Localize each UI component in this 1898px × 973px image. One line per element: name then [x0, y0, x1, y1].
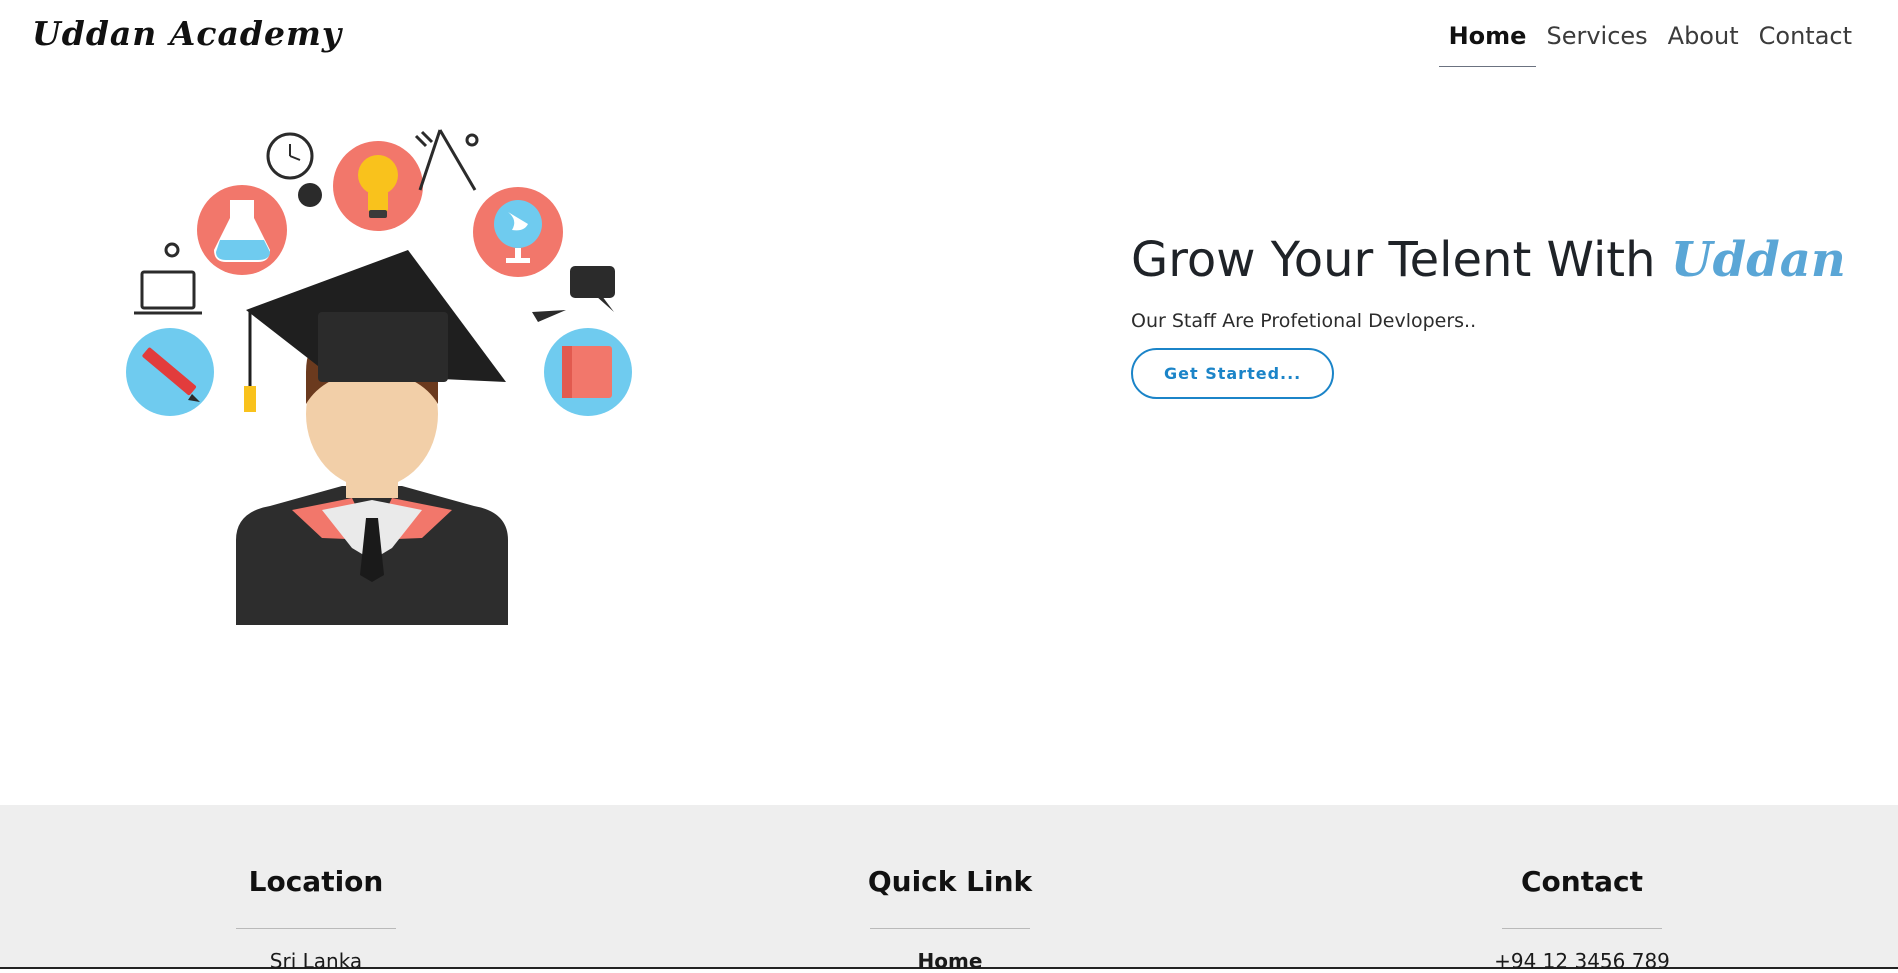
graduate-illustration	[120, 120, 640, 625]
footer-location-text: Sri Lanka	[269, 949, 363, 973]
footer-divider	[1502, 928, 1662, 929]
nav-links: Home Services About Contact	[1438, 18, 1862, 67]
globe-icon	[473, 187, 563, 277]
hero-title-accent: Uddan	[1670, 232, 1846, 288]
footer-quick-link: Quick Link Home	[800, 865, 1100, 973]
footer: Location Sri Lanka Quick Link Home Conta…	[0, 805, 1898, 973]
graduate-illustration-svg	[126, 129, 632, 625]
lightbulb-icon	[333, 141, 423, 231]
footer-contact: Contact +94 12 3456 789	[1432, 865, 1732, 973]
footer-divider	[870, 928, 1030, 929]
gear-icon	[164, 242, 180, 258]
laptop-icon	[134, 270, 202, 315]
hero-section: Grow Your Telent With Uddan Our Staff Ar…	[1131, 232, 1871, 399]
hero-title: Grow Your Telent With Uddan	[1131, 232, 1871, 288]
nav-about[interactable]: About	[1658, 18, 1749, 67]
footer-location-heading: Location	[248, 865, 384, 898]
compass-icon	[414, 129, 479, 191]
hero-subtitle: Our Staff Are Profetional Devlopers..	[1131, 310, 1477, 332]
get-started-button[interactable]: Get Started...	[1131, 348, 1335, 399]
pencil-icon	[126, 328, 214, 416]
footer-link-home[interactable]: Home	[800, 949, 1100, 973]
nav-home[interactable]: Home	[1438, 18, 1537, 67]
footer-divider	[236, 928, 396, 929]
speech-bubble-icon	[570, 266, 615, 312]
footer-contact-heading: Contact	[1521, 865, 1643, 898]
footer-quick-link-heading: Quick Link	[867, 865, 1033, 898]
nav-services[interactable]: Services	[1536, 18, 1657, 67]
flask-icon	[197, 185, 287, 275]
footer-phone: +94 12 3456 789	[1494, 949, 1670, 973]
clock-icon	[266, 132, 322, 207]
nav-contact[interactable]: Contact	[1749, 18, 1862, 67]
navbar: Uddan Academy Home Services About Contac…	[0, 0, 1898, 76]
book-icon	[544, 328, 632, 416]
footer-location: Location Sri Lanka	[166, 865, 466, 973]
hero-title-prefix: Grow Your Telent With	[1131, 232, 1656, 288]
brand-logo[interactable]: Uddan Academy	[32, 14, 342, 53]
paper-plane-icon	[532, 310, 566, 322]
